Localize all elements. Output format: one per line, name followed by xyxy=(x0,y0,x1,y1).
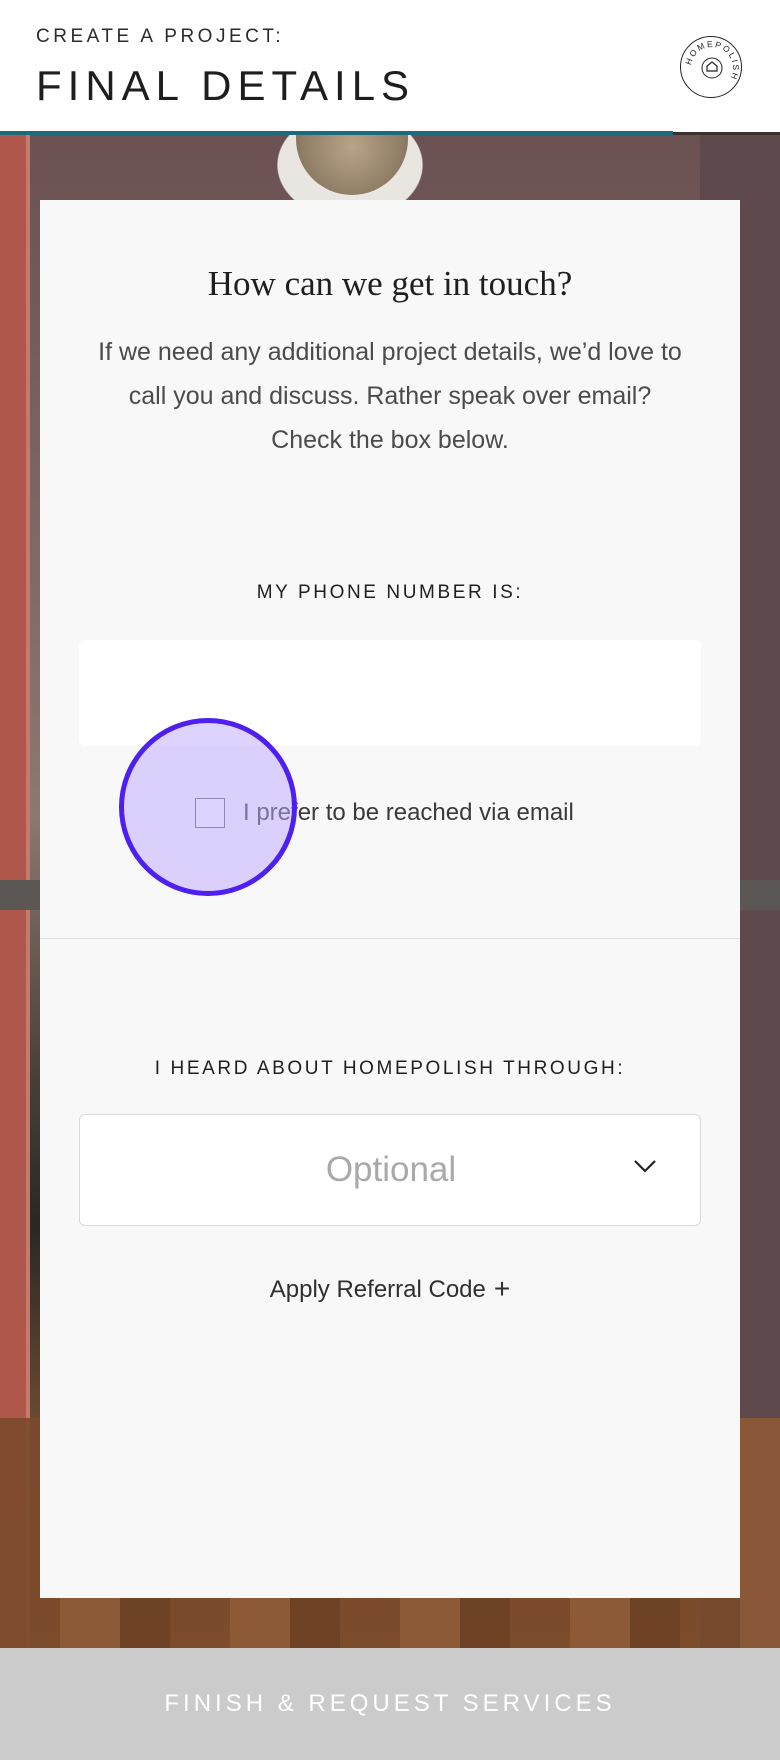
email-preference-checkbox[interactable] xyxy=(195,798,225,828)
chevron-down-icon xyxy=(634,1160,656,1173)
contact-form-card: How can we get in touch? If we need any … xyxy=(40,200,740,1598)
progress-bar xyxy=(0,131,673,135)
svg-text:HOMEPOLISH: HOMEPOLISH xyxy=(683,39,741,83)
phone-input[interactable] xyxy=(79,640,701,746)
phone-label: MY PHONE NUMBER IS: xyxy=(256,582,524,603)
form-intro: If we need any additional project detail… xyxy=(98,338,682,454)
header: CREATE A PROJECT: FINAL DETAILS HOMEPOLI… xyxy=(0,0,780,135)
form-heading: How can we get in touch? xyxy=(207,264,573,303)
heard-about-label: I HEARD ABOUT HOMEPOLISH THROUGH: xyxy=(154,1058,626,1079)
heard-about-select[interactable]: Optional xyxy=(79,1114,701,1226)
pendant-lamp xyxy=(296,135,408,195)
header-eyebrow: CREATE A PROJECT: xyxy=(36,26,285,47)
plus-icon[interactable]: + xyxy=(494,1273,510,1304)
finish-request-button[interactable]: FINISH & REQUEST SERVICES xyxy=(0,1648,780,1760)
logo-text: HOMEPOLISH xyxy=(683,39,739,83)
apply-referral-code-link[interactable]: Apply Referral Code + xyxy=(40,1273,740,1305)
email-preference-label[interactable]: I prefer to be reached via email xyxy=(243,799,574,827)
homepolish-logo[interactable]: HOMEPOLISH xyxy=(680,36,742,98)
logo-mark-icon: HOMEPOLISH xyxy=(683,39,741,83)
email-preference-row[interactable]: I prefer to be reached via email xyxy=(195,796,574,830)
heard-about-value: Optional xyxy=(325,1150,457,1189)
page-title: FINAL DETAILS xyxy=(36,62,416,109)
referral-label[interactable]: Apply Referral Code xyxy=(270,1276,486,1303)
divider xyxy=(40,938,740,939)
